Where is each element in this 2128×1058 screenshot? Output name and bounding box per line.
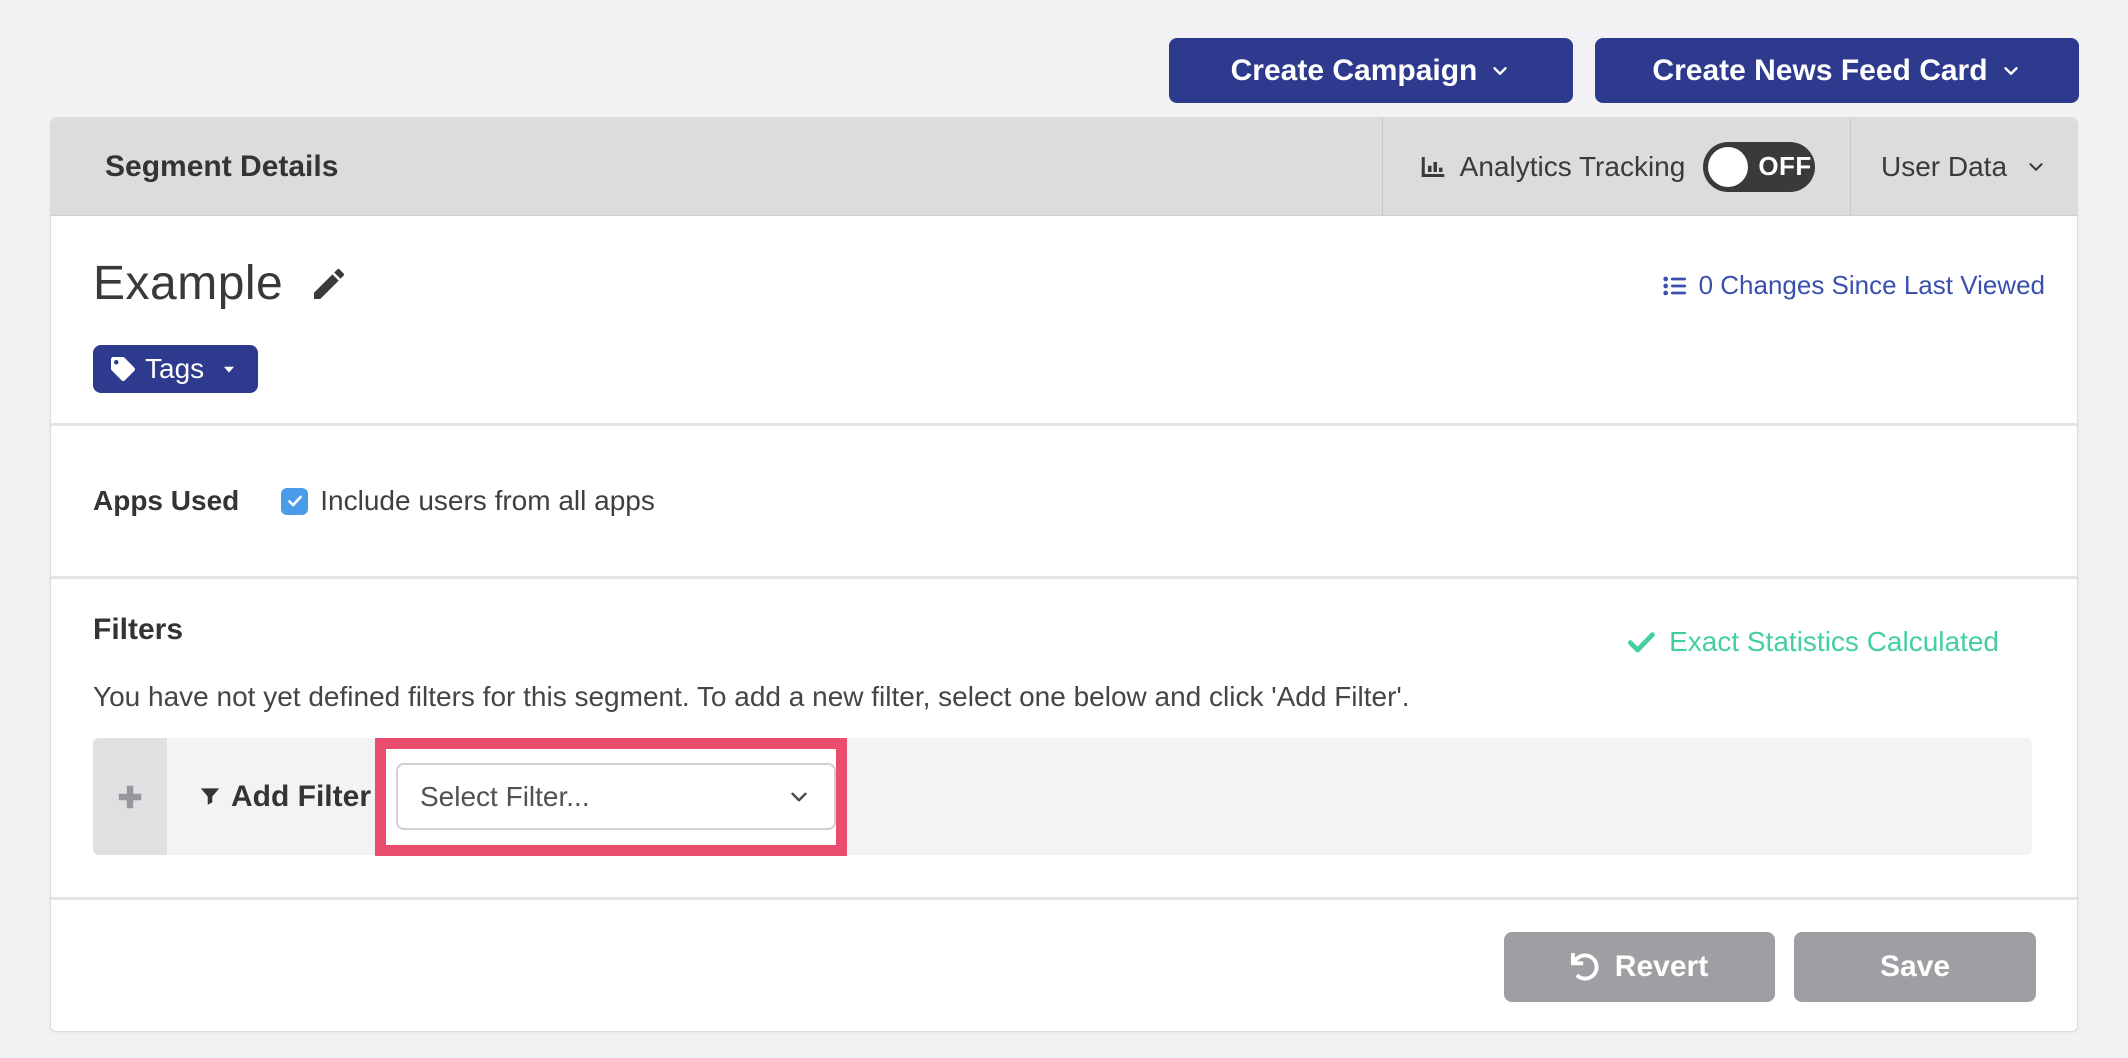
apps-used-section: Apps Used Include users from all apps [51,426,2077,576]
segment-name: Example [93,256,283,311]
caret-down-icon [218,358,240,380]
tags-button[interactable]: Tags [93,345,258,393]
check-icon [286,492,304,510]
create-campaign-label: Create Campaign [1231,54,1478,88]
add-filter-label: Add Filter [197,780,371,814]
filters-empty-text: You have not yet defined filters for thi… [93,681,1410,713]
plus-icon [115,782,145,812]
filters-heading: Filters [93,613,183,647]
save-button[interactable]: Save [1794,932,2036,1002]
select-filter-dropdown[interactable]: Select Filter... [396,763,836,830]
apps-used-label: Apps Used [93,485,239,517]
add-row-button[interactable] [93,738,167,855]
chevron-down-icon [2000,60,2022,82]
user-data-label: User Data [1881,151,2007,183]
analytics-tracking-control: Analytics Tracking OFF [1382,118,1850,215]
create-news-feed-label: Create News Feed Card [1652,54,1987,88]
card-header: Segment Details Analytics Tracking OFF U… [51,118,2077,216]
exact-statistics-label: Exact Statistics Calculated [1669,626,1999,658]
toggle-state-label: OFF [1758,151,1812,182]
exact-statistics-status: Exact Statistics Calculated [1625,626,1999,658]
page-title: Segment Details [51,118,1382,215]
pencil-icon [309,264,349,304]
analytics-tracking-label: Analytics Tracking [1460,151,1686,183]
include-all-apps-label: Include users from all apps [320,485,655,517]
include-all-apps-checkbox[interactable] [281,488,308,515]
toggle-knob [1708,147,1748,187]
create-news-feed-card-button[interactable]: Create News Feed Card [1595,38,2079,103]
tag-icon [111,357,135,381]
add-filter-row: Add Filter Select Filter... [93,738,2032,855]
select-filter-placeholder: Select Filter... [420,781,590,813]
undo-arrow-icon [1571,953,1599,981]
tags-button-label: Tags [145,353,204,385]
funnel-icon [197,784,223,810]
annotation-highlight-box: Select Filter... [375,738,847,856]
changes-link-label: 0 Changes Since Last Viewed [1699,270,2045,301]
create-campaign-button[interactable]: Create Campaign [1169,38,1573,103]
changes-since-last-viewed-link[interactable]: 0 Changes Since Last Viewed [1661,270,2045,301]
segment-name-section: Example 0 Changes Since Last Viewed Tags [51,216,2077,423]
segment-details-card: Segment Details Analytics Tracking OFF U… [50,117,2078,1032]
analytics-tracking-toggle[interactable]: OFF [1703,142,1815,192]
bar-chart-icon [1418,152,1448,182]
revert-button-label: Revert [1615,950,1708,984]
user-data-dropdown[interactable]: User Data [1850,118,2077,215]
card-footer: Revert Save [51,900,2077,1033]
save-button-label: Save [1880,950,1950,984]
revert-button[interactable]: Revert [1504,932,1775,1002]
chevron-down-icon [2025,156,2047,178]
filters-section: Filters Exact Statistics Calculated You … [51,579,2077,897]
chevron-down-icon [1489,60,1511,82]
check-icon [1625,626,1657,658]
edit-name-button[interactable] [309,264,349,304]
chevron-down-icon [786,784,812,810]
list-icon [1661,272,1689,300]
